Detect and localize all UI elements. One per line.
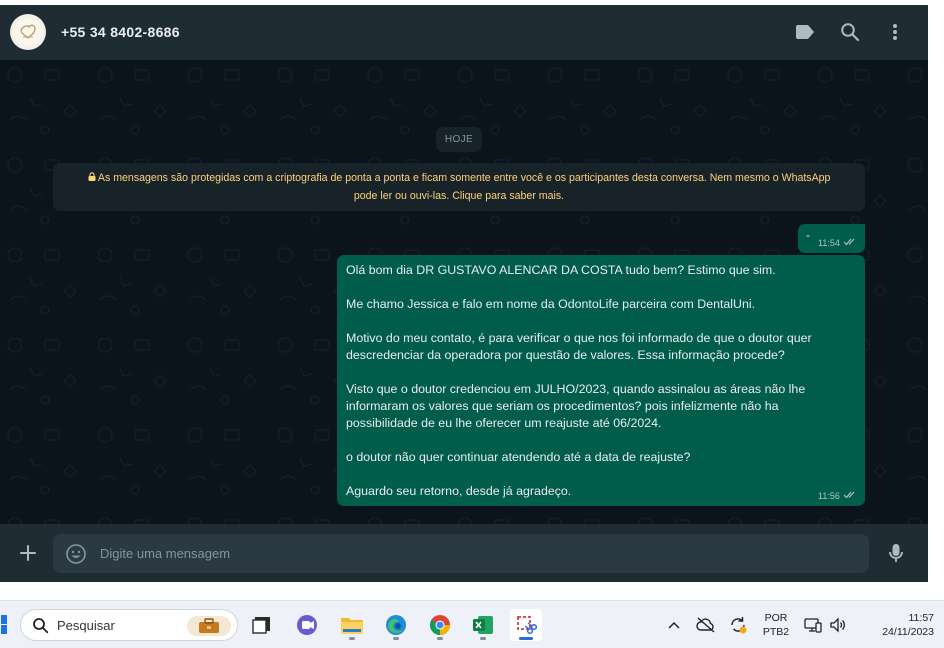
chat-area[interactable]: HOJE As mensagens são protegidas com a c… [0, 60, 928, 524]
chat-header: +55 34 8402-8686 [0, 5, 928, 60]
chevron-up-icon[interactable] [664, 615, 684, 635]
message-line: Visto que o doutor credenciou em JULHO/2… [346, 382, 806, 396]
message-time: 11:54 [818, 238, 840, 248]
message-line: Me chamo Jessica e falo em nome da Odont… [346, 297, 756, 311]
clock[interactable]: 11:57 24/11/2023 [858, 611, 934, 639]
edge-icon[interactable] [380, 609, 412, 641]
running-indicator [393, 637, 399, 640]
clock-time: 11:57 [908, 612, 935, 624]
search-icon [32, 617, 49, 634]
volume-icon[interactable] [828, 615, 848, 635]
attach-plus-icon[interactable] [16, 541, 40, 565]
file-explorer-icon[interactable] [336, 609, 368, 641]
message-line: possibilidade de eu lhe oferecer um reaj… [346, 416, 662, 430]
snipping-tool-icon[interactable] [510, 609, 542, 641]
taskbar-search[interactable]: Pesquisar [20, 609, 238, 641]
cloud-off-icon[interactable] [696, 615, 716, 635]
running-indicator [437, 637, 443, 640]
message-line [346, 432, 856, 449]
whatsapp-window: +55 34 8402-8686 HOJE As mensagens são p… [0, 0, 944, 600]
keyboard-layout: PTB2 [762, 626, 790, 638]
message-time: 11:56 [818, 491, 840, 501]
windows-start-icon[interactable] [0, 615, 8, 635]
windows-taskbar: Pesquisar POR PTB2 11:57 24/11/2023 [0, 600, 944, 648]
message-line: informaram os valores que seriam os proc… [346, 399, 779, 413]
briefcase-icon [187, 616, 231, 636]
microphone-icon[interactable] [884, 541, 908, 565]
message-line: o doutor não quer continuar atendendo at… [346, 450, 691, 464]
outgoing-message[interactable]: - 11:54 [798, 224, 865, 253]
message-line [346, 279, 856, 296]
sync-icon[interactable] [728, 615, 748, 635]
encryption-notice[interactable]: As mensagens são protegidas com a cripto… [53, 163, 865, 211]
teams-icon[interactable] [291, 609, 323, 641]
keyboard-language[interactable]: POR PTB2 [758, 611, 794, 639]
composer-bar: Digite uma mensagem [0, 524, 928, 582]
emoji-icon[interactable] [65, 543, 87, 565]
message-input[interactable]: Digite uma mensagem [53, 534, 869, 573]
excel-icon[interactable] [467, 609, 499, 641]
message-line: Olá bom dia DR GUSTAVO ALENCAR DA COSTA … [346, 263, 776, 277]
chrome-icon[interactable] [424, 609, 456, 641]
date-chip: HOJE [436, 127, 482, 152]
task-view-icon[interactable] [246, 609, 278, 641]
running-indicator [480, 637, 486, 640]
message-text: - [806, 228, 810, 242]
message-input-placeholder: Digite uma mensagem [100, 546, 231, 561]
lock-icon [88, 172, 98, 184]
read-ticks-icon [843, 238, 857, 248]
network-icon[interactable] [803, 615, 823, 635]
clock-date: 24/11/2023 [882, 626, 934, 638]
message-line [346, 364, 856, 381]
message-meta: 11:56 [818, 491, 857, 501]
active-indicator [519, 637, 533, 640]
search-icon[interactable] [838, 20, 862, 44]
contact-avatar[interactable] [10, 14, 46, 50]
message-line [346, 466, 856, 483]
message-line: Aguardo seu retorno, desde já agradeço. [346, 484, 572, 498]
encryption-notice-line-1: As mensagens são protegidas com a cripto… [97, 172, 831, 184]
taskbar-search-placeholder: Pesquisar [57, 618, 115, 633]
encryption-notice-line-2: pode ler ou ouvi-las. Clique para saber … [353, 190, 565, 202]
message-line: Motivo do meu contato, é para verificar … [346, 331, 812, 345]
read-ticks-icon [843, 491, 857, 501]
message-line: descredenciar da operadora por questão d… [346, 348, 785, 362]
message-line [346, 313, 856, 330]
menu-icon[interactable] [883, 20, 907, 44]
outgoing-message[interactable]: Olá bom dia DR GUSTAVO ALENCAR DA COSTA … [337, 255, 865, 506]
window-edge [928, 5, 944, 582]
running-indicator [349, 637, 355, 640]
language-code: POR [764, 612, 788, 624]
label-icon[interactable] [793, 20, 817, 44]
message-meta: 11:54 [818, 238, 857, 248]
contact-name[interactable]: +55 34 8402-8686 [61, 24, 180, 40]
